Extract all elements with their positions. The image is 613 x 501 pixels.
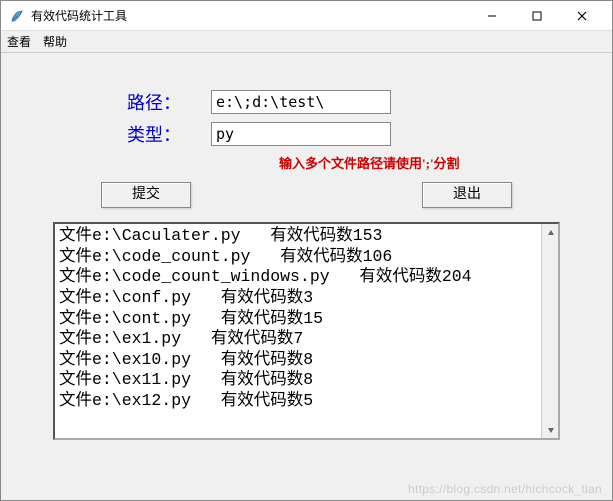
output-text[interactable]: 文件e:\Caculater.py 有效代码数153 文件e:\code_cou… (55, 224, 541, 438)
submit-button[interactable]: 提交 (101, 182, 191, 208)
output-panel: 文件e:\Caculater.py 有效代码数153 文件e:\code_cou… (53, 222, 560, 440)
button-row: 提交 退出 (31, 172, 582, 222)
maximize-button[interactable] (514, 2, 559, 30)
path-label: 路径： (91, 89, 181, 115)
scroll-up-icon[interactable] (542, 224, 559, 241)
exit-button[interactable]: 退出 (422, 182, 512, 208)
scroll-down-icon[interactable] (542, 421, 559, 438)
app-window: 有效代码统计工具 查看 帮助 路径： 类型： 输入多个文件路径请使用';'分割 (0, 0, 613, 501)
menu-help[interactable]: 帮助 (43, 33, 67, 50)
path-row: 路径： (31, 89, 582, 115)
hint-text: 输入多个文件路径请使用';'分割 (279, 153, 582, 172)
menu-bar: 查看 帮助 (1, 31, 612, 53)
path-input[interactable] (211, 90, 391, 114)
minimize-button[interactable] (469, 2, 514, 30)
menu-view[interactable]: 查看 (7, 33, 31, 50)
watermark: https://blog.csdn.net/hichcock_tian (408, 482, 602, 496)
close-button[interactable] (559, 2, 604, 30)
type-input[interactable] (211, 122, 391, 146)
type-row: 类型： (31, 121, 582, 147)
window-title: 有效代码统计工具 (31, 7, 469, 24)
type-label: 类型： (91, 121, 181, 147)
title-bar: 有效代码统计工具 (1, 1, 612, 31)
app-icon (9, 8, 25, 24)
window-controls (469, 2, 604, 30)
scrollbar[interactable] (541, 224, 558, 438)
content-area: 路径： 类型： 输入多个文件路径请使用';'分割 提交 退出 文件e:\Cacu… (1, 53, 612, 450)
